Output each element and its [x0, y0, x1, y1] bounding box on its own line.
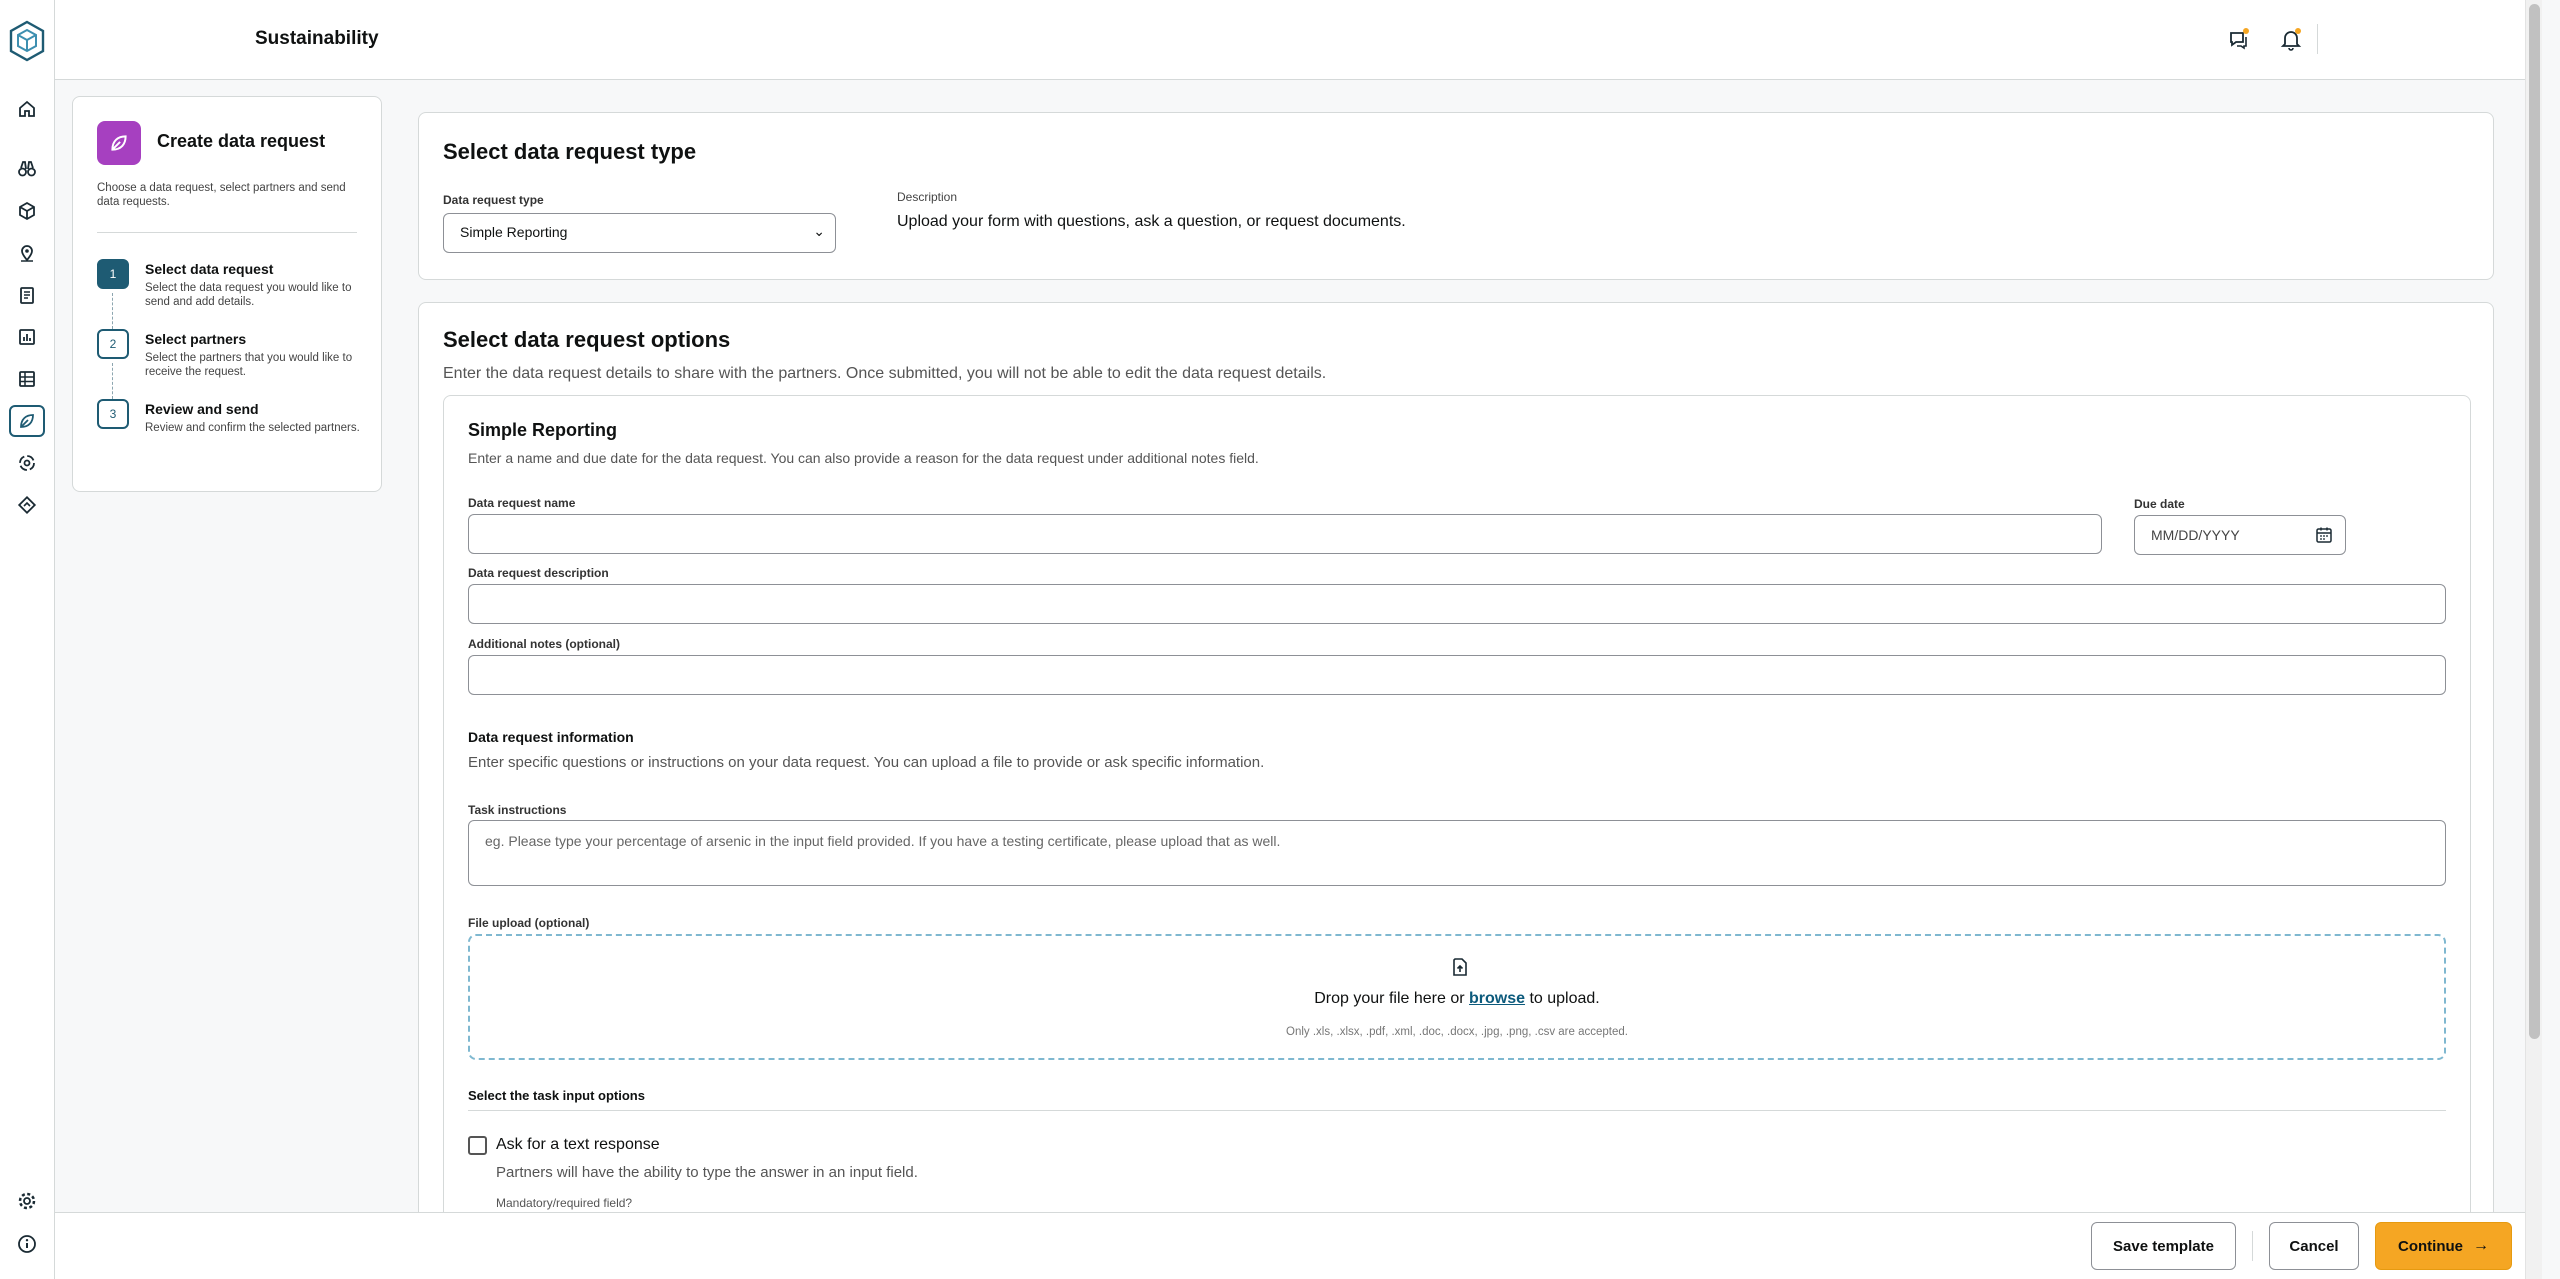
- options-section-subtitle: Enter the data request details to share …: [443, 365, 1327, 382]
- save-template-button[interactable]: Save template: [2091, 1222, 2236, 1270]
- data-request-type-card: Select data request type Data request ty…: [418, 112, 2494, 280]
- step-label: Select partners: [145, 331, 247, 347]
- app-logo-icon[interactable]: [8, 20, 46, 62]
- home-icon[interactable]: [14, 96, 40, 122]
- browse-link[interactable]: browse: [1469, 990, 1525, 1007]
- scrollbar-thumb[interactable]: [2529, 4, 2540, 1039]
- select-value: Simple Reporting: [460, 224, 568, 240]
- step-description: Review and confirm the selected partners…: [145, 422, 360, 434]
- due-date-label: Due date: [2134, 497, 2185, 511]
- step-connector: [112, 293, 113, 329]
- drop-text-after: to upload.: [1529, 990, 1600, 1007]
- file-upload-label: File upload (optional): [468, 916, 590, 930]
- data-request-options-card: Select data request options Enter the da…: [418, 302, 2494, 1279]
- chevron-down-icon: ⌄: [813, 223, 825, 239]
- data-request-description-input[interactable]: [468, 584, 2446, 624]
- footer-actions: Save template Cancel Continue →: [55, 1212, 2525, 1279]
- task-instructions-placeholder: eg. Please type your percentage of arsen…: [485, 833, 1281, 849]
- wizard-separator: [97, 232, 357, 233]
- file-upload-icon: [1449, 956, 1471, 978]
- task-options-divider: [468, 1110, 2446, 1111]
- type-description: Upload your form with questions, ask a q…: [897, 213, 1406, 230]
- calendar-icon[interactable]: [2315, 526, 2333, 544]
- step-number: 1: [97, 259, 129, 289]
- map-pin-icon[interactable]: [14, 240, 40, 266]
- step-description: Select the partners that you would like …: [145, 352, 353, 378]
- description-field-label: Data request description: [468, 566, 609, 580]
- sustainability-leaf-icon[interactable]: [9, 405, 45, 437]
- text-response-label[interactable]: Ask for a text response: [496, 1136, 660, 1154]
- text-response-description: Partners will have the ability to type t…: [496, 1164, 918, 1181]
- cancel-label: Cancel: [2289, 1237, 2339, 1255]
- step-number: 2: [97, 329, 129, 359]
- text-response-checkbox[interactable]: [468, 1136, 487, 1155]
- info-title: Data request information: [468, 729, 634, 745]
- page-title: Sustainability: [255, 28, 379, 49]
- cancel-button[interactable]: Cancel: [2269, 1222, 2359, 1270]
- form-title: Simple Reporting: [468, 420, 618, 440]
- type-label: Data request type: [443, 193, 544, 207]
- step-label: Review and send: [145, 401, 259, 417]
- description-label: Description: [897, 190, 958, 204]
- arrow-right-icon: →: [2473, 1237, 2489, 1254]
- save-template-label: Save template: [2113, 1237, 2214, 1255]
- box-icon[interactable]: [14, 198, 40, 224]
- task-options-title: Select the task input options: [468, 1088, 645, 1103]
- file-drop-zone[interactable]: Drop your file here or browse to upload.…: [468, 934, 2446, 1060]
- leaf-badge-icon: [97, 121, 141, 165]
- step-label: Select data request: [145, 261, 274, 277]
- chat-support-icon[interactable]: [2226, 26, 2252, 52]
- bar-chart-icon[interactable]: [14, 324, 40, 350]
- data-request-name-input[interactable]: [468, 514, 2102, 554]
- drop-text: Drop your file here or browse to upload.: [470, 990, 2444, 1008]
- table-icon[interactable]: [14, 366, 40, 392]
- wizard-steps-panel: Create data request Choose a data reques…: [72, 96, 382, 492]
- step-number: 3: [97, 399, 129, 429]
- info-subtitle: Enter specific questions or instructions…: [468, 754, 1265, 771]
- options-section-title: Select data request options: [443, 327, 731, 352]
- step-description: Select the data request you would like t…: [145, 282, 352, 308]
- form-subtitle: Enter a name and due date for the data r…: [468, 450, 1259, 466]
- accepted-file-types: Only .xls, .xlsx, .pdf, .xml, .doc, .doc…: [1286, 1026, 1628, 1038]
- settings-gear-icon[interactable]: [14, 1188, 40, 1214]
- task-instructions-label: Task instructions: [468, 803, 567, 817]
- notifications-bell-icon[interactable]: [2278, 26, 2304, 52]
- clipboard-list-icon[interactable]: [14, 282, 40, 308]
- simple-reporting-form: Simple Reporting Enter a name and due da…: [443, 395, 2471, 1279]
- step-connector: [112, 363, 113, 399]
- due-date-input[interactable]: MM/DD/YYYY: [2134, 515, 2346, 555]
- due-date-placeholder: MM/DD/YYYY: [2151, 527, 2240, 543]
- header-divider: [2317, 24, 2318, 54]
- footer-divider: [2252, 1231, 2253, 1261]
- mandatory-field-label: Mandatory/required field?: [496, 1196, 633, 1210]
- name-label: Data request name: [468, 496, 576, 510]
- info-icon[interactable]: [14, 1231, 40, 1257]
- diamond-directions-icon[interactable]: [14, 492, 40, 518]
- wizard-subtitle: Choose a data request, select partners a…: [97, 182, 346, 208]
- target-cycle-icon[interactable]: [14, 450, 40, 476]
- top-header: Sustainability: [55, 0, 2525, 80]
- notes-label: Additional notes (optional): [468, 637, 620, 651]
- continue-button[interactable]: Continue →: [2375, 1222, 2512, 1270]
- left-nav-rail: [0, 0, 55, 1279]
- continue-label: Continue: [2398, 1237, 2463, 1255]
- data-request-type-select[interactable]: Simple Reporting ⌄: [443, 213, 836, 253]
- type-section-title: Select data request type: [443, 139, 697, 164]
- task-instructions-textarea[interactable]: eg. Please type your percentage of arsen…: [468, 820, 2446, 886]
- binoculars-icon[interactable]: [14, 156, 40, 182]
- page-scrollbar[interactable]: [2525, 0, 2542, 1279]
- additional-notes-input[interactable]: [468, 655, 2446, 695]
- drop-text-before: Drop your file here or: [1314, 990, 1465, 1007]
- wizard-title: Create data request: [157, 131, 326, 151]
